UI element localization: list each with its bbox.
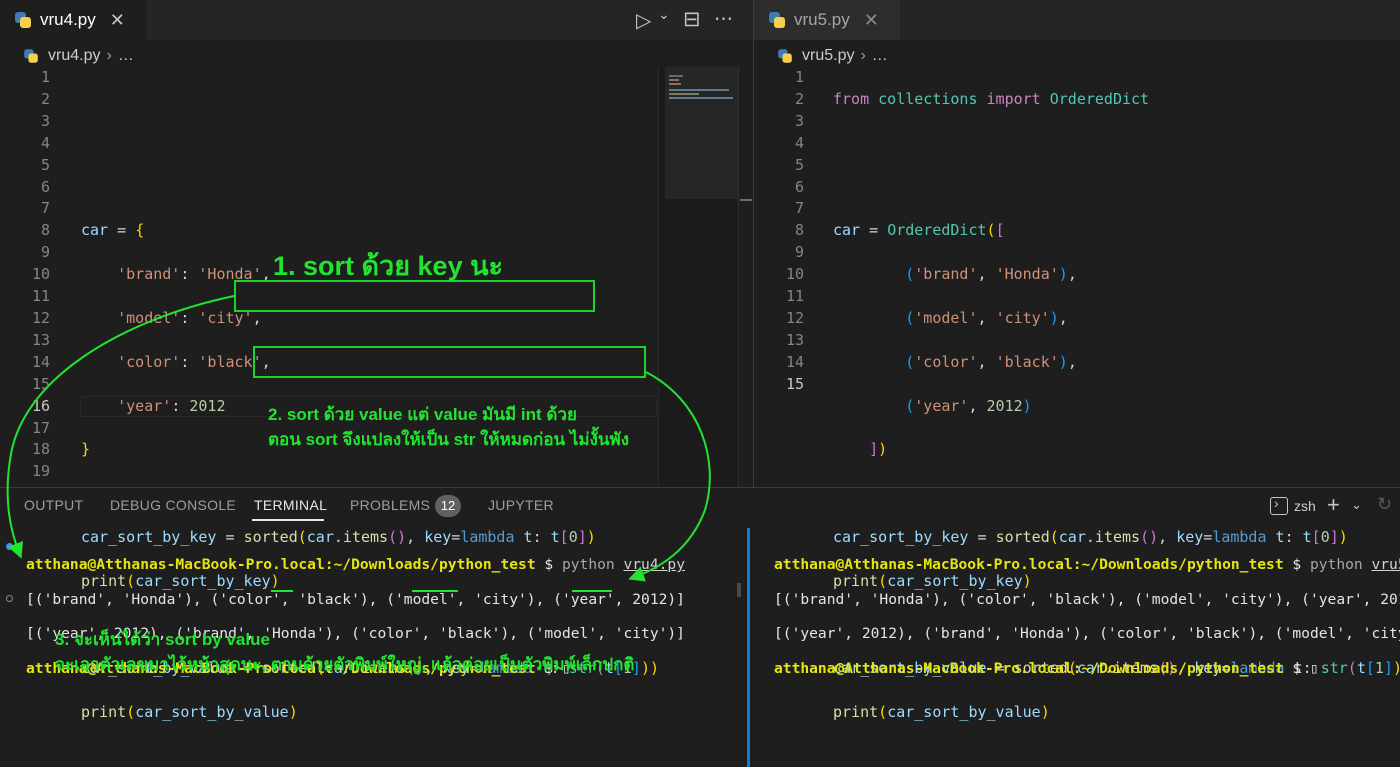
arrow-value-to-output: [628, 371, 711, 582]
annotation-arrows: [6, 295, 711, 582]
arrow-key-to-output: [6, 295, 235, 559]
